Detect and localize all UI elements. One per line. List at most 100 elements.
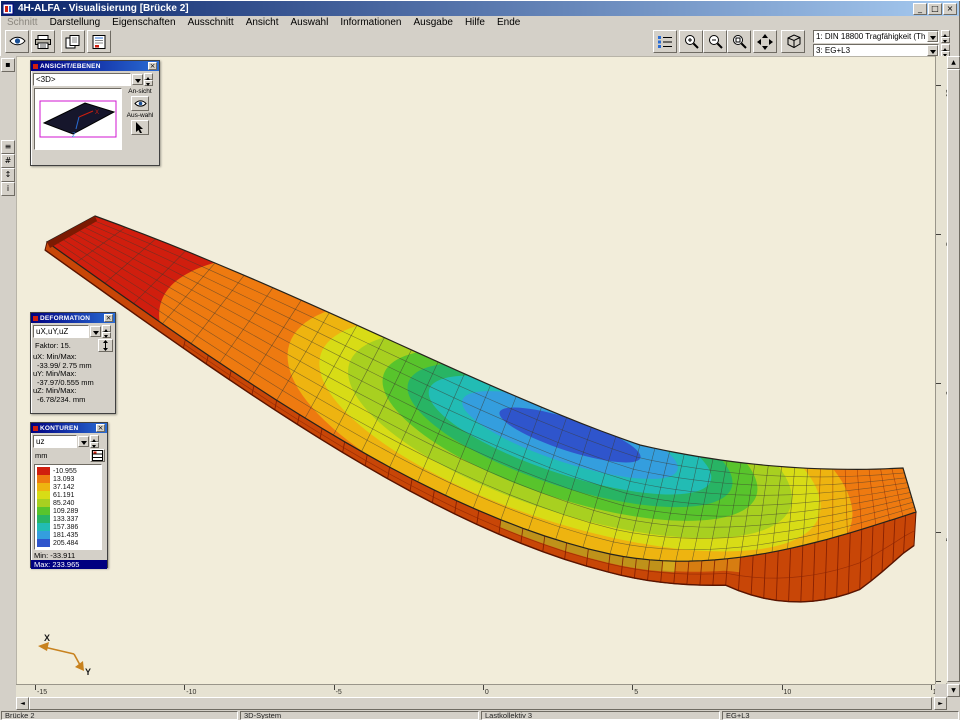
- deformation-combo-arrow[interactable]: [90, 326, 101, 337]
- grid-tool-button[interactable]: #: [1, 154, 15, 168]
- vertical-scrollbar[interactable]: ▲ ▼: [947, 56, 960, 697]
- ruler-tick: [936, 234, 941, 235]
- legend-value: 133.337: [53, 516, 78, 523]
- panel-ansicht: ANSICHT/EBENEN × <3D> X: [30, 60, 160, 166]
- panel-icon: [33, 316, 38, 321]
- panel-deformation-title: DEFORMATION: [40, 315, 90, 322]
- fit-tool-button[interactable]: ↕: [1, 168, 15, 182]
- ansicht-select-label: Aus-wahl: [126, 112, 154, 119]
- ruler-label: 0: [485, 689, 489, 696]
- viewport[interactable]: XY ANSICHT/EBENEN × <3D>: [16, 56, 935, 684]
- info-tool-button[interactable]: i: [1, 182, 15, 196]
- ruler-label: -5: [336, 689, 342, 696]
- ruler-tick: [936, 383, 941, 384]
- horizontal-ruler: -15-10-5051015: [16, 684, 935, 697]
- menu-eigenschaften[interactable]: Eigenschaften: [106, 17, 181, 28]
- panel-icon: [33, 64, 38, 69]
- konturen-combo[interactable]: uz: [33, 435, 77, 448]
- levels-button[interactable]: [653, 30, 677, 53]
- konturen-combo-spinner[interactable]: [90, 435, 99, 448]
- scroll-left-button[interactable]: ◄: [16, 697, 29, 710]
- pages-button[interactable]: [61, 30, 85, 53]
- deformation-combo[interactable]: uX,uY,uZ: [33, 325, 89, 338]
- ansicht-select-button[interactable]: [131, 120, 149, 135]
- legend-value: 181.435: [53, 532, 78, 539]
- panel-deformation-titlebar[interactable]: DEFORMATION ×: [31, 313, 115, 323]
- panel-deformation-close-button[interactable]: ×: [104, 314, 113, 322]
- menu-ausgabe[interactable]: Ausgabe: [407, 17, 458, 28]
- menu-ende[interactable]: Ende: [491, 17, 526, 28]
- layer-tool-button[interactable]: ≡: [1, 140, 15, 154]
- zoom-in-button[interactable]: [679, 30, 703, 53]
- svg-text:Z: Z: [72, 133, 76, 139]
- toolbar: 1: DIN 18800 Tragfähigkeit (Th 3: EG+L3: [1, 29, 959, 56]
- edit-tool-button[interactable]: ▪: [1, 58, 15, 72]
- view-3d-box-button[interactable]: [781, 30, 805, 53]
- menu-darstellung[interactable]: Darstellung: [44, 17, 107, 28]
- scroll-right-button[interactable]: ►: [934, 697, 947, 710]
- menu-ansicht[interactable]: Ansicht: [240, 17, 285, 28]
- ruler-label: -10: [186, 689, 196, 696]
- menubar: SchnittDarstellungEigenschaftenAusschnit…: [1, 16, 959, 29]
- panel-konturen-titlebar[interactable]: KONTUREN ×: [31, 423, 107, 433]
- panel-icon: [33, 426, 38, 431]
- ruler-label: 10: [784, 689, 792, 696]
- konturen-settings-button[interactable]: [90, 449, 105, 462]
- panel-konturen-close-button[interactable]: ×: [96, 424, 105, 432]
- konturen-combo-arrow[interactable]: [78, 436, 89, 447]
- vertical-scroll-thumb[interactable]: [947, 69, 960, 682]
- deformation-factor: Faktor: 15.: [33, 341, 73, 350]
- norm-combo-spinner[interactable]: [941, 30, 950, 43]
- ruler-tick: [632, 685, 633, 690]
- panel-ansicht-close-button[interactable]: ×: [148, 62, 157, 70]
- deformation-combo-spinner[interactable]: [102, 325, 111, 338]
- deformation-results: uX: Min/Max:-33.99/ 2.75 mmuY: Min/Max:-…: [31, 353, 115, 404]
- minimize-button[interactable]: _: [913, 3, 927, 15]
- view-thumbnail[interactable]: X Z: [34, 88, 122, 150]
- loadcase-combo-arrow[interactable]: [927, 45, 938, 56]
- panel-ansicht-titlebar[interactable]: ANSICHT/EBENEN ×: [31, 61, 159, 71]
- view-eye-button[interactable]: [5, 30, 29, 53]
- print-button[interactable]: [31, 30, 55, 53]
- loadcase-combo-value: 3: EG+L3: [814, 46, 927, 55]
- arrow-pad-icon: [756, 33, 774, 51]
- menu-auswahl[interactable]: Auswahl: [285, 17, 335, 28]
- legend-swatch: [37, 531, 50, 539]
- legend-row: 85.240: [37, 499, 99, 507]
- contour-max: Max: 233.965: [31, 560, 107, 569]
- zoom-out-button[interactable]: [703, 30, 727, 53]
- deformation-line: -6.78/234. mm: [31, 396, 115, 405]
- norm-combo-arrow[interactable]: [927, 31, 938, 42]
- legend-swatch: [37, 491, 50, 499]
- menu-informationen[interactable]: Informationen: [334, 17, 407, 28]
- close-button[interactable]: ×: [943, 3, 957, 15]
- report-icon: [92, 35, 107, 49]
- deformation-apply-button[interactable]: [98, 339, 113, 352]
- legend-row: 157.386: [37, 523, 99, 531]
- horizontal-scrollbar[interactable]: ◄ ►: [16, 697, 947, 710]
- legend-row: -10.955: [37, 467, 99, 475]
- menu-hilfe[interactable]: Hilfe: [459, 17, 491, 28]
- view-button-icon: [134, 99, 147, 108]
- report-button[interactable]: [87, 30, 111, 53]
- pan-rotate-pad[interactable]: [753, 30, 777, 53]
- view-combo-arrow[interactable]: [132, 74, 143, 85]
- ruler-tick: [936, 85, 941, 86]
- legend-value: 205.484: [53, 540, 78, 547]
- zoom-in-icon: [684, 34, 699, 49]
- horizontal-scroll-thumb[interactable]: [29, 697, 932, 710]
- zoom-window-button[interactable]: [727, 30, 751, 53]
- view-combo[interactable]: <3D>: [33, 73, 131, 86]
- ruler-label: -15: [37, 689, 47, 696]
- view-combo-spinner[interactable]: [144, 73, 153, 86]
- titlebar[interactable]: 4H-ALFA - Visualisierung [Brücke 2] _ □ …: [1, 1, 959, 16]
- scroll-up-button[interactable]: ▲: [947, 56, 960, 69]
- norm-combo[interactable]: 1: DIN 18800 Tragfähigkeit (Th: [813, 30, 939, 43]
- ansicht-view-button[interactable]: [131, 96, 149, 111]
- svg-text:X: X: [44, 633, 50, 643]
- menu-ausschnitt[interactable]: Ausschnitt: [182, 17, 240, 28]
- scroll-down-button[interactable]: ▼: [947, 684, 960, 697]
- status-cell-2: Lastkollektiv 3: [481, 711, 720, 720]
- maximize-button[interactable]: □: [928, 3, 942, 15]
- konturen-unit: mm: [33, 451, 50, 460]
